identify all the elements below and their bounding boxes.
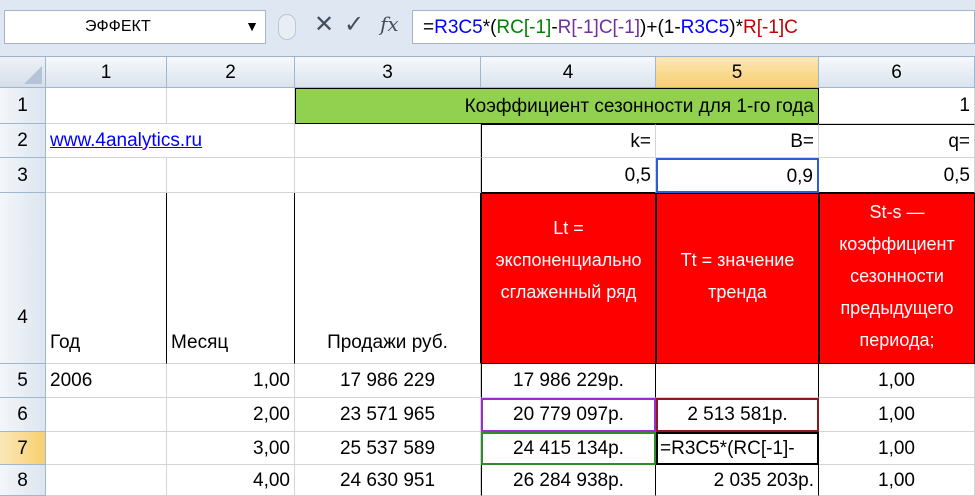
insert-function-icon[interactable]: fx bbox=[380, 12, 399, 36]
active-cell-editing[interactable]: =R3C5*(RC[-1]- bbox=[656, 432, 819, 465]
select-all-triangle-icon bbox=[24, 66, 42, 84]
cell-r6-sales[interactable]: 23 571 965 bbox=[295, 398, 481, 432]
cell-r5-st[interactable]: 1,00 bbox=[819, 364, 975, 398]
row-header-2[interactable]: 2 bbox=[0, 124, 46, 158]
name-box-dropdown-icon[interactable]: ▼ bbox=[245, 18, 259, 34]
select-all-button[interactable] bbox=[0, 57, 46, 88]
website-link-text[interactable]: www.4analytics.ru bbox=[50, 130, 202, 151]
cell-r5-year[interactable]: 2006 bbox=[46, 364, 167, 398]
cell-r3-c6[interactable]: 0,5 bbox=[819, 158, 975, 193]
header-st[interactable]: St-s — коэффициент сезонности предыдущег… bbox=[819, 193, 975, 364]
cell-r1-c6[interactable]: 1 bbox=[819, 88, 975, 124]
cell-r6-year[interactable] bbox=[46, 398, 167, 432]
cell-r1-c1[interactable] bbox=[46, 88, 167, 124]
cell-r7-st[interactable]: 1,00 bbox=[819, 432, 975, 465]
cell-r3-c2[interactable] bbox=[167, 158, 295, 193]
column-header-1[interactable]: 1 bbox=[46, 57, 167, 88]
name-box[interactable]: ЭФФЕКТ ▼ bbox=[4, 10, 266, 44]
header-sales[interactable]: Продажи руб. bbox=[295, 193, 481, 364]
column-header-3[interactable]: 3 bbox=[295, 57, 481, 88]
cell-r5-month[interactable]: 1,00 bbox=[167, 364, 295, 398]
formula-segment: )+(1- bbox=[640, 17, 681, 38]
cell-r6-month[interactable]: 2,00 bbox=[167, 398, 295, 432]
cell-r7-month[interactable]: 3,00 bbox=[167, 432, 295, 465]
formula-segment: RC[-1] bbox=[496, 17, 552, 38]
formula-segment: )* bbox=[729, 17, 743, 38]
row-header-6[interactable]: 6 bbox=[0, 398, 46, 432]
cell-r6-tt-referenced[interactable]: 2 513 581р. bbox=[656, 398, 819, 432]
formula-bar-area: ЭФФЕКТ ▼ ✕ ✓ fx =R3C5*(RC[-1]-R[-1]C[-1]… bbox=[0, 0, 975, 57]
cell-r8-year[interactable] bbox=[46, 465, 167, 496]
column-header-2[interactable]: 2 bbox=[167, 57, 295, 88]
formula-segment: R[-1]C[-1] bbox=[557, 17, 641, 38]
row-header-5[interactable]: 5 bbox=[0, 364, 46, 398]
cell-r2-c6[interactable]: q= bbox=[819, 124, 975, 158]
cell-r2-c4[interactable]: k= bbox=[481, 124, 656, 158]
cell-r6-lt-referenced[interactable]: 20 779 097р. bbox=[481, 398, 656, 432]
enter-check-icon[interactable]: ✓ bbox=[344, 10, 364, 39]
cell-r2-c5[interactable]: B= bbox=[656, 124, 819, 158]
formula-segment: R[-1]C bbox=[742, 17, 798, 38]
cell-r7-sales[interactable]: 25 537 589 bbox=[295, 432, 481, 465]
name-box-value: ЭФФЕКТ bbox=[85, 18, 151, 35]
cell-r3-c4[interactable]: 0,5 bbox=[481, 158, 656, 193]
cell-r5-lt[interactable]: 17 986 229р. bbox=[481, 364, 656, 398]
row-header-7[interactable]: 7 bbox=[0, 432, 46, 465]
cell-r3-c5-referenced[interactable]: 0,9 bbox=[656, 158, 819, 193]
cell-r3-c1[interactable] bbox=[46, 158, 167, 193]
formula-segment: = bbox=[423, 17, 435, 38]
cell-r3-c3[interactable] bbox=[295, 158, 481, 193]
cell-r5-sales[interactable]: 17 986 229 bbox=[295, 364, 481, 398]
header-year[interactable]: Год bbox=[46, 193, 167, 364]
column-header-6[interactable]: 6 bbox=[819, 57, 975, 88]
formula-segment: R3C5 bbox=[680, 17, 730, 38]
header-tt[interactable]: Tt = значение тренда bbox=[656, 193, 819, 364]
formula-input[interactable]: =R3C5*(RC[-1]-R[-1]C[-1])+(1-R3C5)*R[-1]… bbox=[412, 10, 975, 44]
cancel-icon[interactable]: ✕ bbox=[314, 10, 334, 39]
formula-segment: R3C5 bbox=[434, 17, 483, 38]
cell-r7-year[interactable] bbox=[46, 432, 167, 465]
website-link[interactable]: www.4analytics.ru bbox=[46, 124, 295, 158]
spreadsheet-grid: 1 2 3 4 5 6 1 2 3 4 5 6 7 8 Коэффициент … bbox=[0, 57, 975, 496]
formula-bar-resize-handle[interactable] bbox=[278, 14, 296, 40]
cell-r8-sales[interactable]: 24 630 951 bbox=[295, 465, 481, 496]
cell-r8-lt[interactable]: 26 284 938р. bbox=[481, 465, 656, 496]
cell-r8-st[interactable]: 1,00 bbox=[819, 465, 975, 496]
cell-r7-lt-referenced[interactable]: 24 415 134р. bbox=[481, 432, 656, 465]
formula-segment: *( bbox=[482, 17, 497, 38]
column-header-5[interactable]: 5 bbox=[656, 57, 819, 88]
header-lt[interactable]: Lt = экспоненциально сглаженный ряд bbox=[481, 193, 656, 364]
cell-r8-month[interactable]: 4,00 bbox=[167, 465, 295, 496]
header-month[interactable]: Месяц bbox=[167, 193, 295, 364]
cell-r6-st[interactable]: 1,00 bbox=[819, 398, 975, 432]
row-header-4[interactable]: 4 bbox=[0, 193, 46, 364]
season-title-cell[interactable]: Коэффициент сезонности для 1-го года bbox=[295, 88, 819, 124]
row-header-1[interactable]: 1 bbox=[0, 88, 46, 124]
row-header-8[interactable]: 8 bbox=[0, 465, 46, 496]
column-header-4[interactable]: 4 bbox=[481, 57, 656, 88]
cell-r2-c3[interactable] bbox=[295, 124, 481, 158]
cell-r5-tt[interactable] bbox=[656, 364, 819, 398]
cell-r8-tt[interactable]: 2 035 203р. bbox=[656, 465, 819, 496]
row-header-3[interactable]: 3 bbox=[0, 158, 46, 193]
cell-r1-c2[interactable] bbox=[167, 88, 295, 124]
